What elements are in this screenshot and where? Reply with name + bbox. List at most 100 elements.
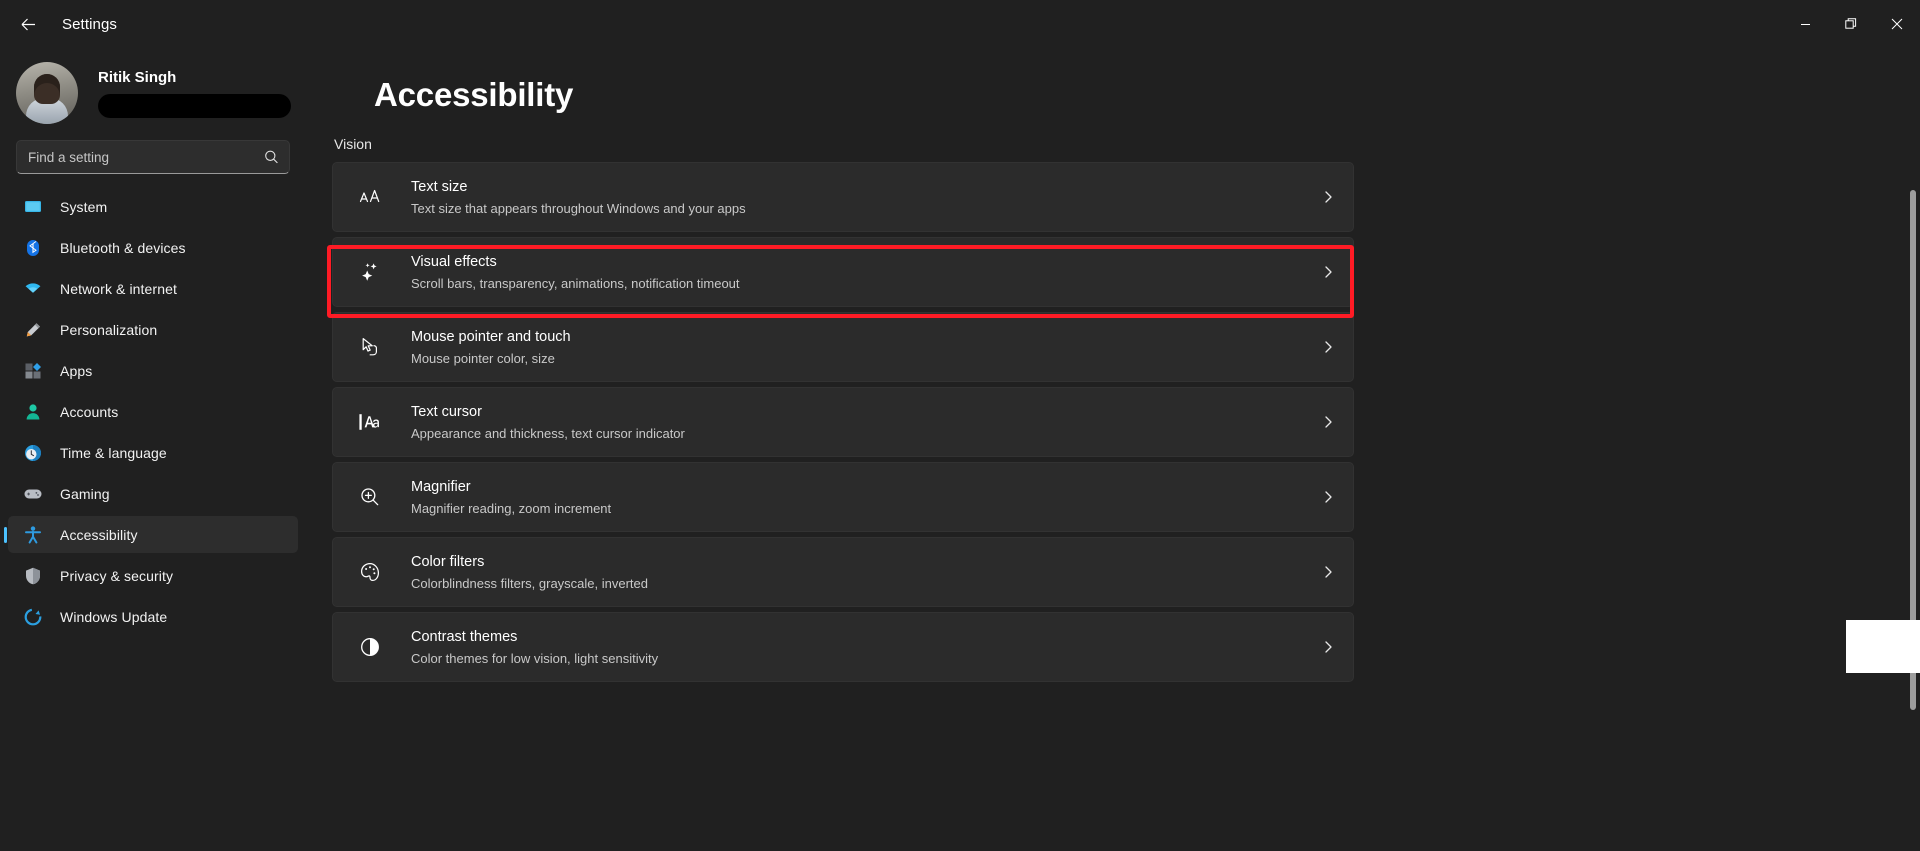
sidebar-item-label: System bbox=[60, 198, 108, 215]
setting-card-subtitle: Appearance and thickness, text cursor in… bbox=[411, 425, 685, 441]
window-bottom-edge bbox=[0, 846, 1920, 851]
setting-card-visual-effects[interactable]: Visual effects Scroll bars, transparency,… bbox=[332, 237, 1354, 307]
profile-name: Ritik Singh bbox=[98, 68, 177, 86]
settings-card-list: Text size Text size that appears througho… bbox=[332, 162, 1354, 682]
system-icon bbox=[22, 196, 44, 218]
search-icon bbox=[264, 150, 279, 165]
network-icon bbox=[22, 278, 44, 300]
sidebar-item-label: Time & language bbox=[60, 444, 167, 461]
setting-card-title: Text cursor bbox=[411, 403, 482, 420]
search-box[interactable] bbox=[16, 140, 290, 174]
setting-card-subtitle: Scroll bars, transparency, animations, n… bbox=[411, 275, 740, 291]
setting-card-subtitle: Color themes for low vision, light sensi… bbox=[411, 650, 659, 666]
avatar bbox=[16, 62, 78, 124]
sidebar-item-label: Accounts bbox=[60, 403, 119, 420]
color-filters-icon bbox=[353, 560, 387, 584]
setting-card-magnifier[interactable]: Magnifier Magnifier reading, zoom increme… bbox=[332, 462, 1354, 532]
privacy-security-icon bbox=[22, 565, 44, 587]
setting-card-title: Mouse pointer and touch bbox=[411, 328, 571, 345]
setting-card-subtitle: Mouse pointer color, size bbox=[411, 350, 555, 366]
profile-email-redacted bbox=[98, 93, 291, 118]
chevron-right-icon[interactable] bbox=[1321, 640, 1335, 654]
sidebar-nav: System Bluetooth & devices Network & inter… bbox=[0, 188, 306, 635]
apps-icon bbox=[22, 360, 44, 382]
sidebar-item-label: Apps bbox=[60, 362, 93, 379]
setting-card-text: Color filters Colorblindness filters, gra… bbox=[411, 553, 1321, 592]
setting-card-title: Text size bbox=[411, 178, 468, 195]
page-title: Accessibility bbox=[374, 76, 574, 113]
setting-card-title: Color filters bbox=[411, 553, 485, 570]
search-container bbox=[0, 126, 306, 174]
setting-card-text-cursor[interactable]: Text cursor Appearance and thickness, tex… bbox=[332, 387, 1354, 457]
setting-card-subtitle: Colorblindness filters, grayscale, inver… bbox=[411, 575, 648, 591]
contrast-themes-icon bbox=[353, 635, 387, 659]
sidebar-item-gaming[interactable]: Gaming bbox=[8, 475, 298, 512]
close-icon[interactable] bbox=[1874, 0, 1920, 48]
sidebar-item-bluetooth-devices[interactable]: Bluetooth & devices bbox=[8, 229, 298, 266]
restore-icon[interactable] bbox=[1828, 0, 1874, 48]
gaming-icon bbox=[22, 483, 44, 505]
minimize-icon[interactable] bbox=[1782, 0, 1828, 48]
sparkles-icon bbox=[353, 260, 387, 284]
screen-artifact bbox=[1846, 620, 1920, 673]
settings-window: Settings Ritik Singh Find a setting Syst… bbox=[0, 0, 1920, 851]
chevron-right-icon[interactable] bbox=[1321, 265, 1335, 279]
sidebar-item-privacy-security[interactable]: Privacy & security bbox=[8, 557, 298, 594]
setting-card-title: Magnifier bbox=[411, 478, 471, 495]
main-content: Accessibility Vision Text size Text size … bbox=[306, 48, 1920, 851]
app-title: Settings bbox=[62, 15, 117, 33]
title-bar: Settings bbox=[0, 0, 1920, 48]
sidebar-item-label: Personalization bbox=[60, 321, 158, 338]
sidebar-item-label: Windows Update bbox=[60, 608, 168, 625]
scrollbar[interactable] bbox=[1905, 48, 1920, 851]
accounts-icon bbox=[22, 401, 44, 423]
setting-card-subtitle: Magnifier reading, zoom increment bbox=[411, 500, 612, 516]
setting-card-text-size[interactable]: Text size Text size that appears througho… bbox=[332, 162, 1354, 232]
setting-card-text: Contrast themes Color themes for low visi… bbox=[411, 628, 1321, 667]
setting-card-title: Visual effects bbox=[411, 253, 497, 270]
sidebar-item-network-internet[interactable]: Network & internet bbox=[8, 270, 298, 307]
chevron-right-icon[interactable] bbox=[1321, 190, 1335, 204]
sidebar-item-time-language[interactable]: Time & language bbox=[8, 434, 298, 471]
user-profile[interactable]: Ritik Singh bbox=[0, 48, 306, 126]
sidebar: Ritik Singh System Bluetooth & devices Net… bbox=[0, 48, 306, 851]
sidebar-item-label: Network & internet bbox=[60, 280, 177, 297]
section-label-vision: Vision bbox=[334, 136, 372, 152]
sidebar-item-accounts[interactable]: Accounts bbox=[8, 393, 298, 430]
search-input[interactable] bbox=[17, 149, 289, 165]
accessibility-icon bbox=[22, 524, 44, 546]
windows-update-icon bbox=[22, 606, 44, 628]
magnifier-icon bbox=[353, 485, 387, 509]
sidebar-item-label: Gaming bbox=[60, 485, 110, 502]
back-arrow-icon[interactable] bbox=[8, 8, 48, 40]
setting-card-text: Visual effects Scroll bars, transparency,… bbox=[411, 253, 1321, 292]
setting-card-title: Contrast themes bbox=[411, 628, 518, 645]
sidebar-item-personalization[interactable]: Personalization bbox=[8, 311, 298, 348]
setting-card-text: Mouse pointer and touch Mouse pointer col… bbox=[411, 328, 1321, 367]
sidebar-item-system[interactable]: System bbox=[8, 188, 298, 225]
sidebar-item-label: Accessibility bbox=[60, 526, 138, 543]
sidebar-item-apps[interactable]: Apps bbox=[8, 352, 298, 389]
setting-card-mouse-pointer-and-touch[interactable]: Mouse pointer and touch Mouse pointer col… bbox=[332, 312, 1354, 382]
sidebar-item-accessibility[interactable]: Accessibility bbox=[8, 516, 298, 553]
personalization-icon bbox=[22, 319, 44, 341]
setting-card-contrast-themes[interactable]: Contrast themes Color themes for low visi… bbox=[332, 612, 1354, 682]
setting-card-text: Magnifier Magnifier reading, zoom increme… bbox=[411, 478, 1321, 517]
sidebar-item-label: Privacy & security bbox=[60, 567, 174, 584]
text-size-icon bbox=[353, 185, 387, 209]
chevron-right-icon[interactable] bbox=[1321, 340, 1335, 354]
sidebar-item-label: Bluetooth & devices bbox=[60, 239, 186, 256]
setting-card-color-filters[interactable]: Color filters Colorblindness filters, gra… bbox=[332, 537, 1354, 607]
mouse-pointer-icon bbox=[353, 335, 387, 359]
bluetooth-icon bbox=[22, 237, 44, 259]
chevron-right-icon[interactable] bbox=[1321, 565, 1335, 579]
time-language-icon bbox=[22, 442, 44, 464]
sidebar-item-windows-update[interactable]: Windows Update bbox=[8, 598, 298, 635]
setting-card-text: Text cursor Appearance and thickness, tex… bbox=[411, 403, 1321, 442]
chevron-right-icon[interactable] bbox=[1321, 415, 1335, 429]
setting-card-subtitle: Text size that appears throughout Window… bbox=[411, 200, 746, 216]
text-cursor-icon bbox=[353, 410, 387, 434]
window-controls bbox=[1782, 0, 1920, 48]
chevron-right-icon[interactable] bbox=[1321, 490, 1335, 504]
setting-card-text: Text size Text size that appears througho… bbox=[411, 178, 1321, 217]
